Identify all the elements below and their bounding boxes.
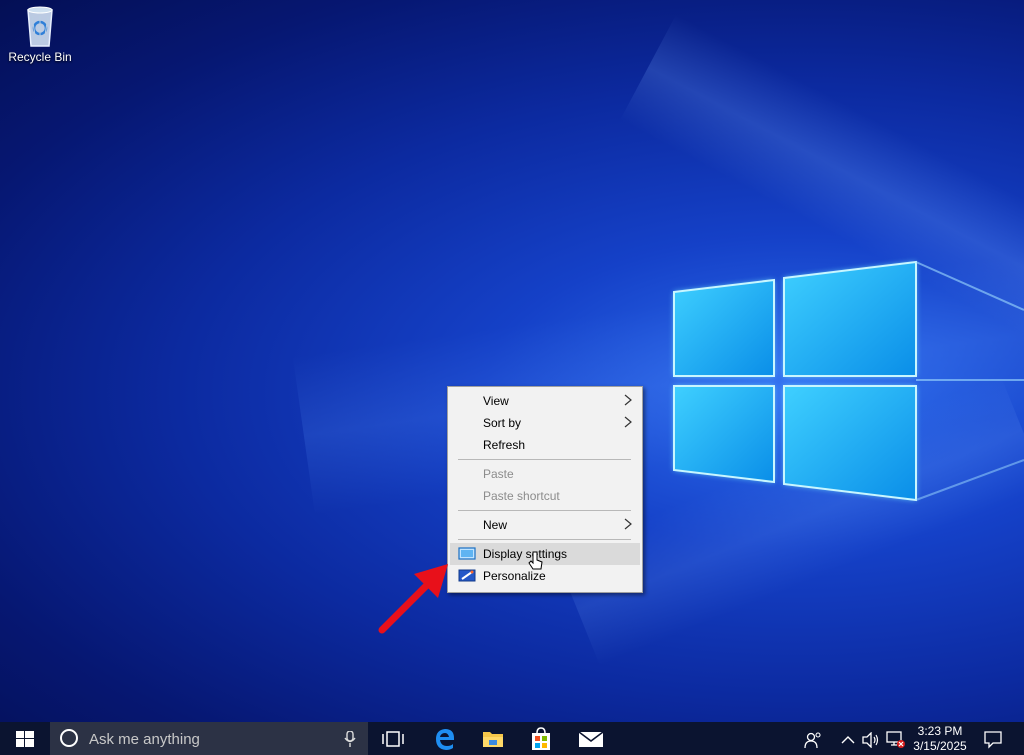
chevron-right-icon — [624, 394, 632, 406]
menu-item-label: Refresh — [483, 438, 526, 452]
chevron-right-icon — [624, 416, 632, 428]
menu-item-new[interactable]: New — [450, 514, 640, 536]
recycle-bin-label: Recycle Bin — [8, 50, 72, 64]
desktop-context-menu: View Sort by Refresh Paste Paste shortcu… — [447, 386, 643, 593]
file-explorer-icon[interactable] — [482, 729, 504, 749]
menu-separator — [458, 539, 631, 540]
menu-item-view[interactable]: View — [450, 390, 640, 412]
menu-item-label: Paste shortcut — [483, 489, 560, 503]
personalize-icon — [458, 569, 476, 582]
edge-icon[interactable] — [434, 728, 456, 750]
volume-icon[interactable] — [862, 732, 880, 748]
taskbar: Ask me anything 3:23 PM 3/15/2025 — [0, 722, 1024, 755]
menu-separator — [458, 510, 631, 511]
annotation-arrow — [378, 564, 448, 634]
menu-item-label: Sort by — [483, 416, 522, 430]
action-center-icon[interactable] — [984, 731, 1002, 749]
hand-cursor-icon — [528, 551, 543, 570]
chevron-up-icon[interactable] — [841, 735, 855, 744]
menu-item-label: Paste — [483, 467, 514, 481]
windows-start-icon — [16, 731, 34, 747]
menu-separator — [458, 459, 631, 460]
menu-item-label: Display settings — [483, 547, 568, 561]
mail-icon[interactable] — [578, 730, 604, 748]
menu-item-refresh[interactable]: Refresh — [450, 434, 640, 456]
search-box[interactable]: Ask me anything — [50, 722, 368, 755]
clock-time: 3:23 PM — [917, 724, 963, 738]
windows-logo-wallpaper — [673, 260, 1024, 502]
recycle-bin-desktop-icon[interactable]: Recycle Bin — [6, 2, 74, 64]
microphone-icon[interactable] — [344, 731, 356, 747]
search-placeholder: Ask me anything — [89, 731, 200, 748]
clock-date: 3/15/2025 — [913, 739, 967, 753]
menu-item-paste-shortcut[interactable]: Paste shortcut — [450, 485, 640, 507]
menu-item-sort-by[interactable]: Sort by — [450, 412, 640, 434]
cortana-icon — [60, 729, 78, 747]
store-icon[interactable] — [530, 727, 552, 751]
people-icon[interactable] — [804, 731, 822, 749]
start-button[interactable] — [0, 722, 50, 755]
network-disconnected-icon[interactable] — [886, 731, 906, 749]
menu-item-personalize[interactable]: Personalize — [450, 565, 640, 587]
system-clock[interactable]: 3:23 PM 3/15/2025 — [908, 724, 972, 754]
display-settings-icon — [458, 547, 476, 560]
menu-item-label: New — [483, 518, 508, 532]
chevron-right-icon — [624, 518, 632, 530]
recycle-bin-icon — [27, 6, 53, 47]
menu-item-display-settings[interactable]: Display settings — [450, 543, 640, 565]
menu-item-paste[interactable]: Paste — [450, 463, 640, 485]
menu-item-label: View — [483, 394, 509, 408]
task-view-icon[interactable] — [382, 730, 404, 748]
